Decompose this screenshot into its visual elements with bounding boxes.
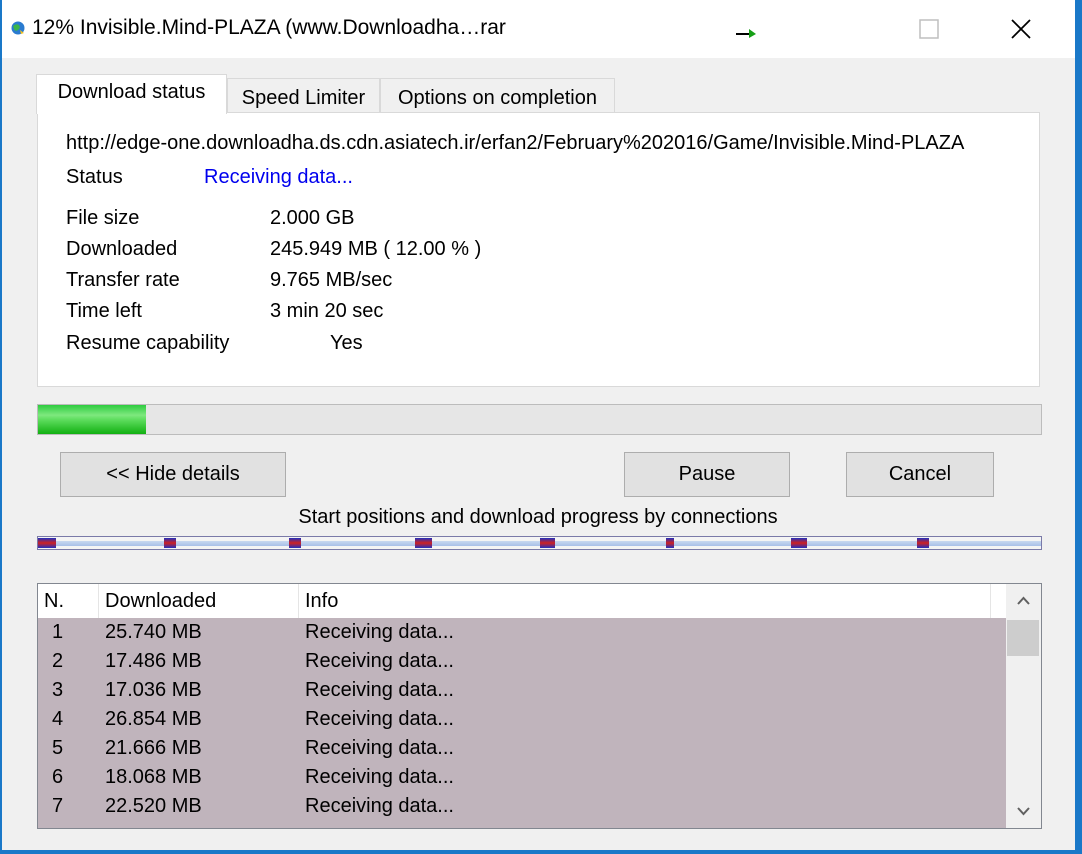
chevron-down-icon bbox=[1017, 807, 1030, 816]
connection-marker bbox=[164, 538, 176, 548]
table-row[interactable]: 3 17.036 MB Receiving data... bbox=[38, 676, 1006, 705]
status-label: Status bbox=[66, 166, 123, 188]
connection-marker bbox=[540, 538, 555, 548]
row-info: Receiving data... bbox=[305, 795, 454, 817]
connections-list[interactable]: N. Downloaded Info 1 25.740 MB Receiving… bbox=[37, 583, 1042, 829]
tab-speed-limiter[interactable]: Speed Limiter bbox=[227, 78, 380, 112]
row-number: 1 bbox=[52, 621, 64, 643]
connection-marker bbox=[289, 538, 301, 548]
download-url: http://edge-one.downloadha.ds.cdn.asiate… bbox=[66, 132, 965, 154]
title-bar[interactable]: 12% Invisible.Mind-PLAZA (www.Downloadha… bbox=[2, 0, 1075, 58]
column-header-number[interactable]: N. bbox=[38, 584, 99, 618]
download-status-panel: http://edge-one.downloadha.ds.cdn.asiate… bbox=[37, 112, 1040, 387]
transfer-rate-value: 9.765 MB/sec bbox=[270, 269, 393, 291]
row-info: Receiving data... bbox=[305, 621, 454, 643]
list-scrollbar[interactable] bbox=[1006, 584, 1041, 828]
row-info: Receiving data... bbox=[305, 679, 454, 701]
row-info: Receiving data... bbox=[305, 766, 454, 788]
row-number: 5 bbox=[52, 737, 64, 759]
file-size-label: File size bbox=[66, 207, 140, 229]
downloaded-value: 245.949 MB ( 12.00 % ) bbox=[270, 238, 482, 260]
row-downloaded: 21.666 MB bbox=[105, 737, 202, 759]
close-button[interactable] bbox=[976, 0, 1068, 58]
connection-marker bbox=[415, 538, 432, 548]
cancel-button[interactable]: Cancel bbox=[846, 452, 994, 497]
progress-fill bbox=[38, 405, 147, 434]
row-downloaded: 17.486 MB bbox=[105, 650, 202, 672]
resume-capability-label: Resume capability bbox=[66, 332, 230, 354]
table-row[interactable]: 5 21.666 MB Receiving data... bbox=[38, 734, 1006, 763]
row-number: 4 bbox=[52, 708, 64, 730]
time-left-value: 3 min 20 sec bbox=[270, 300, 384, 322]
connections-progress-bar bbox=[37, 536, 1042, 550]
row-number: 7 bbox=[52, 795, 64, 817]
window-title: 12% Invisible.Mind-PLAZA (www.Downloadha… bbox=[32, 16, 506, 39]
list-rows: 1 25.740 MB Receiving data... 2 17.486 M… bbox=[38, 618, 1006, 828]
close-icon bbox=[1011, 19, 1031, 39]
list-header: N. Downloaded Info bbox=[38, 584, 1006, 618]
chevron-up-icon bbox=[1017, 596, 1030, 605]
row-info: Receiving data... bbox=[305, 708, 454, 730]
row-info: Receiving data... bbox=[305, 650, 454, 672]
tab-download-status[interactable]: Download status bbox=[36, 74, 227, 114]
tab-options-on-completion[interactable]: Options on completion bbox=[380, 78, 615, 112]
table-row[interactable]: 2 17.486 MB Receiving data... bbox=[38, 647, 1006, 676]
connections-title: Start positions and download progress by… bbox=[298, 506, 778, 528]
time-left-label: Time left bbox=[66, 300, 142, 322]
download-window: 12% Invisible.Mind-PLAZA (www.Downloadha… bbox=[0, 0, 1076, 850]
arrow-right-icon[interactable] bbox=[734, 26, 758, 40]
row-number: 6 bbox=[52, 766, 64, 788]
maximize-button[interactable] bbox=[884, 0, 976, 58]
table-row[interactable]: 4 26.854 MB Receiving data... bbox=[38, 705, 1006, 734]
status-value: Receiving data... bbox=[204, 166, 353, 188]
row-info: Receiving data... bbox=[305, 737, 454, 759]
download-progress-bar bbox=[37, 404, 1042, 435]
connection-marker bbox=[917, 538, 929, 548]
column-header-info[interactable]: Info bbox=[299, 584, 991, 618]
table-row[interactable]: 6 18.068 MB Receiving data... bbox=[38, 763, 1006, 792]
file-size-value: 2.000 GB bbox=[270, 207, 355, 229]
transfer-rate-label: Transfer rate bbox=[66, 269, 180, 291]
scroll-thumb[interactable] bbox=[1007, 620, 1039, 656]
resume-capability-value: Yes bbox=[330, 332, 363, 354]
downloaded-label: Downloaded bbox=[66, 238, 178, 260]
row-downloaded: 26.854 MB bbox=[105, 708, 202, 730]
hide-details-button[interactable]: << Hide details bbox=[60, 452, 286, 497]
table-row[interactable]: 1 25.740 MB Receiving data... bbox=[38, 618, 1006, 647]
connection-marker bbox=[38, 538, 56, 548]
maximize-icon bbox=[919, 19, 939, 39]
row-downloaded: 17.036 MB bbox=[105, 679, 202, 701]
column-header-downloaded[interactable]: Downloaded bbox=[99, 584, 299, 618]
row-downloaded: 25.740 MB bbox=[105, 621, 202, 643]
pause-button[interactable]: Pause bbox=[624, 452, 790, 497]
row-downloaded: 18.068 MB bbox=[105, 766, 202, 788]
row-number: 3 bbox=[52, 679, 64, 701]
row-number: 2 bbox=[52, 650, 64, 672]
globe-app-icon bbox=[11, 21, 25, 35]
scroll-down-button[interactable] bbox=[1006, 794, 1041, 828]
table-row[interactable]: 7 22.520 MB Receiving data... bbox=[38, 792, 1006, 821]
scroll-up-button[interactable] bbox=[1006, 584, 1041, 618]
connection-marker bbox=[791, 538, 807, 548]
connection-marker bbox=[666, 538, 674, 548]
row-downloaded: 22.520 MB bbox=[105, 795, 202, 817]
